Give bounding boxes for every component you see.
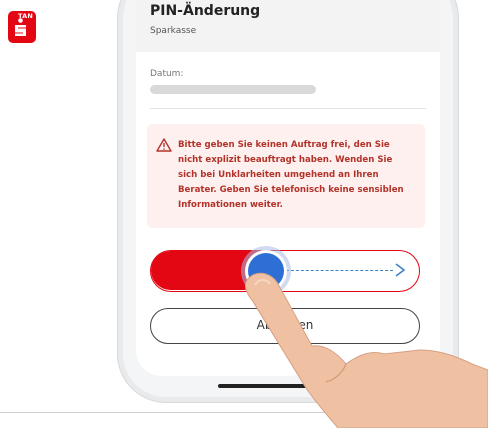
approve-slider[interactable] <box>150 246 420 296</box>
warning-box: Bitte geben Sie keinen Auftrag frei, den… <box>147 124 425 228</box>
reject-button[interactable]: Ablehnen <box>150 308 420 344</box>
bottom-divider <box>0 412 488 413</box>
slider-track <box>281 270 393 271</box>
warning-text: Bitte geben Sie keinen Auftrag frei, den… <box>178 140 404 210</box>
page-subtitle: Sparkasse <box>150 26 197 36</box>
phone-screen: PIN-Änderung Sparkasse Datum: Bitte gebe… <box>136 0 440 376</box>
app-logo: TAN <box>8 11 36 43</box>
sparkasse-s-icon <box>15 18 26 36</box>
home-indicator <box>218 384 338 388</box>
header-card: PIN-Änderung Sparkasse <box>136 0 440 52</box>
page-title: PIN-Änderung <box>150 3 261 19</box>
divider <box>150 108 426 109</box>
warning-triangle-icon <box>156 138 172 152</box>
date-value-placeholder <box>150 85 316 94</box>
date-label: Datum: <box>150 69 184 79</box>
slider-knob[interactable] <box>248 253 284 289</box>
arrow-right-icon <box>395 263 406 277</box>
